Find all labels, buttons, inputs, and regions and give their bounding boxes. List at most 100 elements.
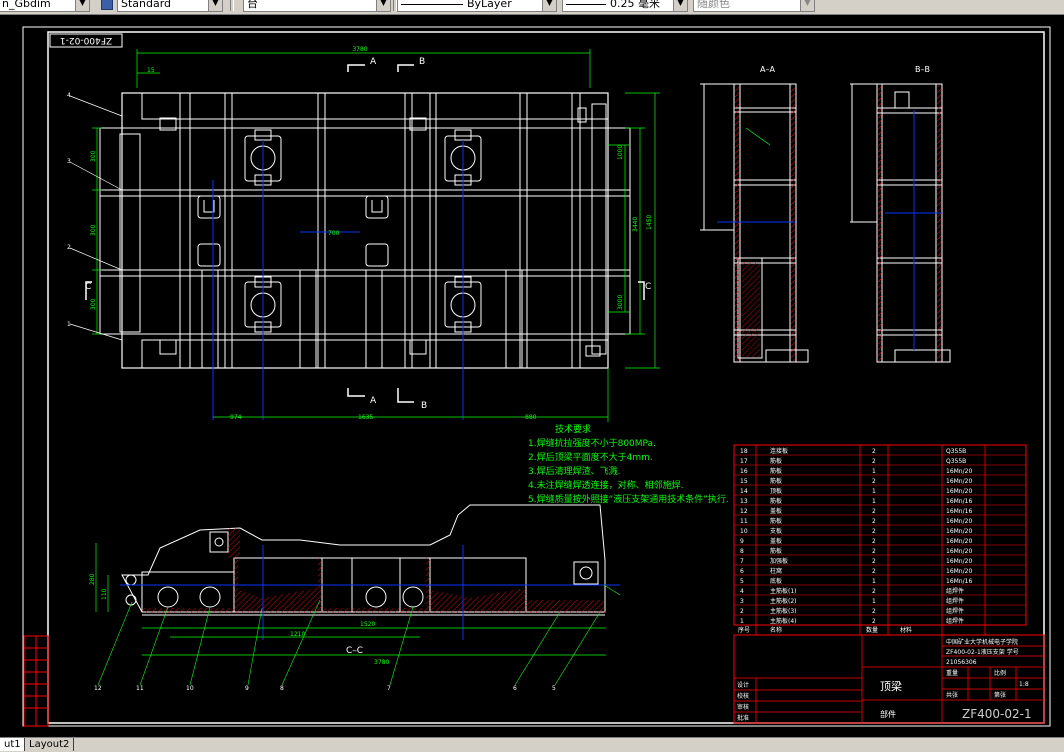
section-b-bottom: B xyxy=(421,401,427,411)
section-aa-view: A–A xyxy=(700,65,809,363)
parts-cell-mat: 16Mn/16 xyxy=(946,508,972,515)
row-approve: 批准 xyxy=(737,714,749,722)
dim-bottom-left: 974 xyxy=(230,414,242,421)
parts-cell-qty: 2 xyxy=(872,588,876,595)
parts-cell-mat: 16Mn/20 xyxy=(946,488,972,495)
chevron-down-icon: ▼ xyxy=(75,0,89,11)
parts-cell-mat: 16Mn/20 xyxy=(946,548,972,555)
row-check: 校核 xyxy=(737,692,749,700)
dim-top-left: 15 xyxy=(147,67,155,74)
header-code: ZF400-02-1 xyxy=(60,35,112,45)
grid-weight: 重量 xyxy=(946,669,958,677)
parts-header-no: 序号 xyxy=(738,626,750,634)
dimstyle-dropdown[interactable]: n_Gbdim ▼ xyxy=(0,0,90,12)
drawing-frame xyxy=(47,31,1045,724)
parts-cell-name: 加强板 xyxy=(770,557,788,565)
parts-cell-qty: 2 xyxy=(872,478,876,485)
svg-text:4: 4 xyxy=(67,92,71,99)
parts-cell-name: 筋板 xyxy=(770,547,782,555)
layout-tabs-bar: ut1 Layout2 xyxy=(0,737,1064,752)
parts-cell-mat: 16Mn/20 xyxy=(946,478,972,485)
text-style-icon[interactable] xyxy=(101,0,113,10)
outer-border xyxy=(22,26,1051,727)
dim-top-overall: 3780 xyxy=(352,46,367,53)
parts-cell-no: 14 xyxy=(740,488,748,495)
svg-text:12: 12 xyxy=(94,685,102,692)
title-part-name: 顶梁 xyxy=(880,679,902,693)
parts-cell-mat: 组焊件 xyxy=(946,617,964,625)
parts-cell-name: 顶板 xyxy=(770,487,782,495)
textstyle-dropdown[interactable]: Standard ▼ xyxy=(117,0,223,12)
parts-cell-name: 盖板 xyxy=(770,537,782,545)
parts-cell-mat: 组焊件 xyxy=(946,607,964,615)
svg-text:1: 1 xyxy=(67,321,71,328)
parts-cell-name: 筋板 xyxy=(770,457,782,465)
dim-right-half-lower: 3000 xyxy=(617,295,624,310)
chevron-down-icon: ▼ xyxy=(673,0,687,11)
svg-text:3: 3 xyxy=(67,158,71,165)
parts-cell-name: 筋板 xyxy=(770,497,782,505)
dim-cc-overall: 3780 xyxy=(374,659,389,666)
dim-right-overall: 1450 xyxy=(646,215,653,230)
parts-cell-no: 2 xyxy=(740,608,744,615)
parts-cell-qty: 1 xyxy=(872,498,876,505)
parts-cell-qty: 2 xyxy=(872,608,876,615)
layer-dropdown[interactable]: 台 ▼ xyxy=(243,0,391,12)
parts-header-mat: 材料 xyxy=(900,626,912,634)
parts-cell-mat: 16Mn/20 xyxy=(946,558,972,565)
lineweight-dropdown[interactable]: 0.25 毫米 ▼ xyxy=(562,0,688,12)
dim-right-half-upper: 1000 xyxy=(617,145,624,160)
svg-text:6: 6 xyxy=(513,685,517,692)
dim-right-inner: 3440 xyxy=(632,217,639,232)
dim-center-spacing: 700 xyxy=(328,230,340,237)
drawing-canvas[interactable]: ZF400-02-1 3780 15 A B 700 1450 3440 100… xyxy=(0,15,1064,737)
section-a-top: A xyxy=(370,57,377,67)
dim-left-1: 300 xyxy=(90,150,97,162)
tab-layout1[interactable]: ut1 xyxy=(0,738,26,751)
parts-cell-mat: 16Mn/20 xyxy=(946,468,972,475)
section-cc-view: 280 110 1520 1210 3780 C–C 12 11 10 9 8 7 6 5 xyxy=(89,504,621,692)
svg-text:11: 11 xyxy=(136,685,144,692)
parts-cell-qty: 2 xyxy=(872,558,876,565)
parts-cell-no: 16 xyxy=(740,468,748,475)
svg-text:10: 10 xyxy=(186,685,194,692)
section-aa-title: A–A xyxy=(760,65,775,74)
grid-sheet-no: 第张 xyxy=(994,691,1006,699)
parts-list-table: 18 连接板 2 Q355B17 筋板 2 Q355B16 筋板 1 16Mn/2015 筋板 2 16… xyxy=(733,444,1027,636)
title-scale: 1:8 xyxy=(1019,681,1029,688)
parts-cell-qty: 1 xyxy=(872,488,876,495)
parts-cell-no: 12 xyxy=(740,508,748,515)
parts-cell-no: 9 xyxy=(740,538,744,545)
color-value: 随颜色 xyxy=(697,0,730,10)
layer-value: 台 xyxy=(247,0,258,10)
title-code: 21056306 xyxy=(946,659,977,666)
parts-cell-no: 5 xyxy=(740,578,744,585)
main-plan-view: 3780 15 A B 700 1450 3440 1000 3000 300 … xyxy=(67,46,660,422)
parts-cell-qty: 2 xyxy=(872,518,876,525)
dimstyle-value: n_Gbdim xyxy=(2,0,51,10)
left-revision-grid xyxy=(23,635,49,727)
parts-cell-name: 筋板 xyxy=(770,477,782,485)
tab-layout2[interactable]: Layout2 xyxy=(24,738,75,751)
row-review: 审核 xyxy=(737,703,749,711)
parts-cell-no: 17 xyxy=(740,458,748,465)
parts-cell-name: 支板 xyxy=(770,527,782,535)
color-dropdown[interactable]: 随颜色 ▼ xyxy=(693,0,815,12)
parts-cell-no: 18 xyxy=(740,448,748,455)
dim-bottom-middle: 1635 xyxy=(358,414,373,421)
parts-header-name: 名称 xyxy=(770,626,782,634)
title-block: 中国矿业大学机械电子学院 ZF400-02-1液压支架 学号 21056306 … xyxy=(733,634,1045,724)
tech-requirements: 技术要求 1.焊缝抗拉强度不小于800MPa. 2.焊后顶梁平面度不大于4mm.… xyxy=(528,423,729,505)
title-assembly-label: 部件 xyxy=(880,709,896,719)
parts-cell-qty: 2 xyxy=(872,538,876,545)
svg-text:7: 7 xyxy=(387,685,391,692)
properties-toolbar: n_Gbdim ▼ Standard ▼ 台 ▼ ByLayer ▼ 0.25 … xyxy=(0,0,1064,15)
parts-cell-no: 11 xyxy=(740,518,748,525)
parts-cell-mat: Q355B xyxy=(946,448,966,455)
parts-header-qty: 数量 xyxy=(866,626,878,634)
linetype-dropdown[interactable]: ByLayer ▼ xyxy=(397,0,557,12)
svg-text:2: 2 xyxy=(67,244,71,251)
parts-cell-mat: 组焊件 xyxy=(946,587,964,595)
parts-cell-name: 筋板 xyxy=(770,517,782,525)
toolbar-separator xyxy=(230,0,234,11)
